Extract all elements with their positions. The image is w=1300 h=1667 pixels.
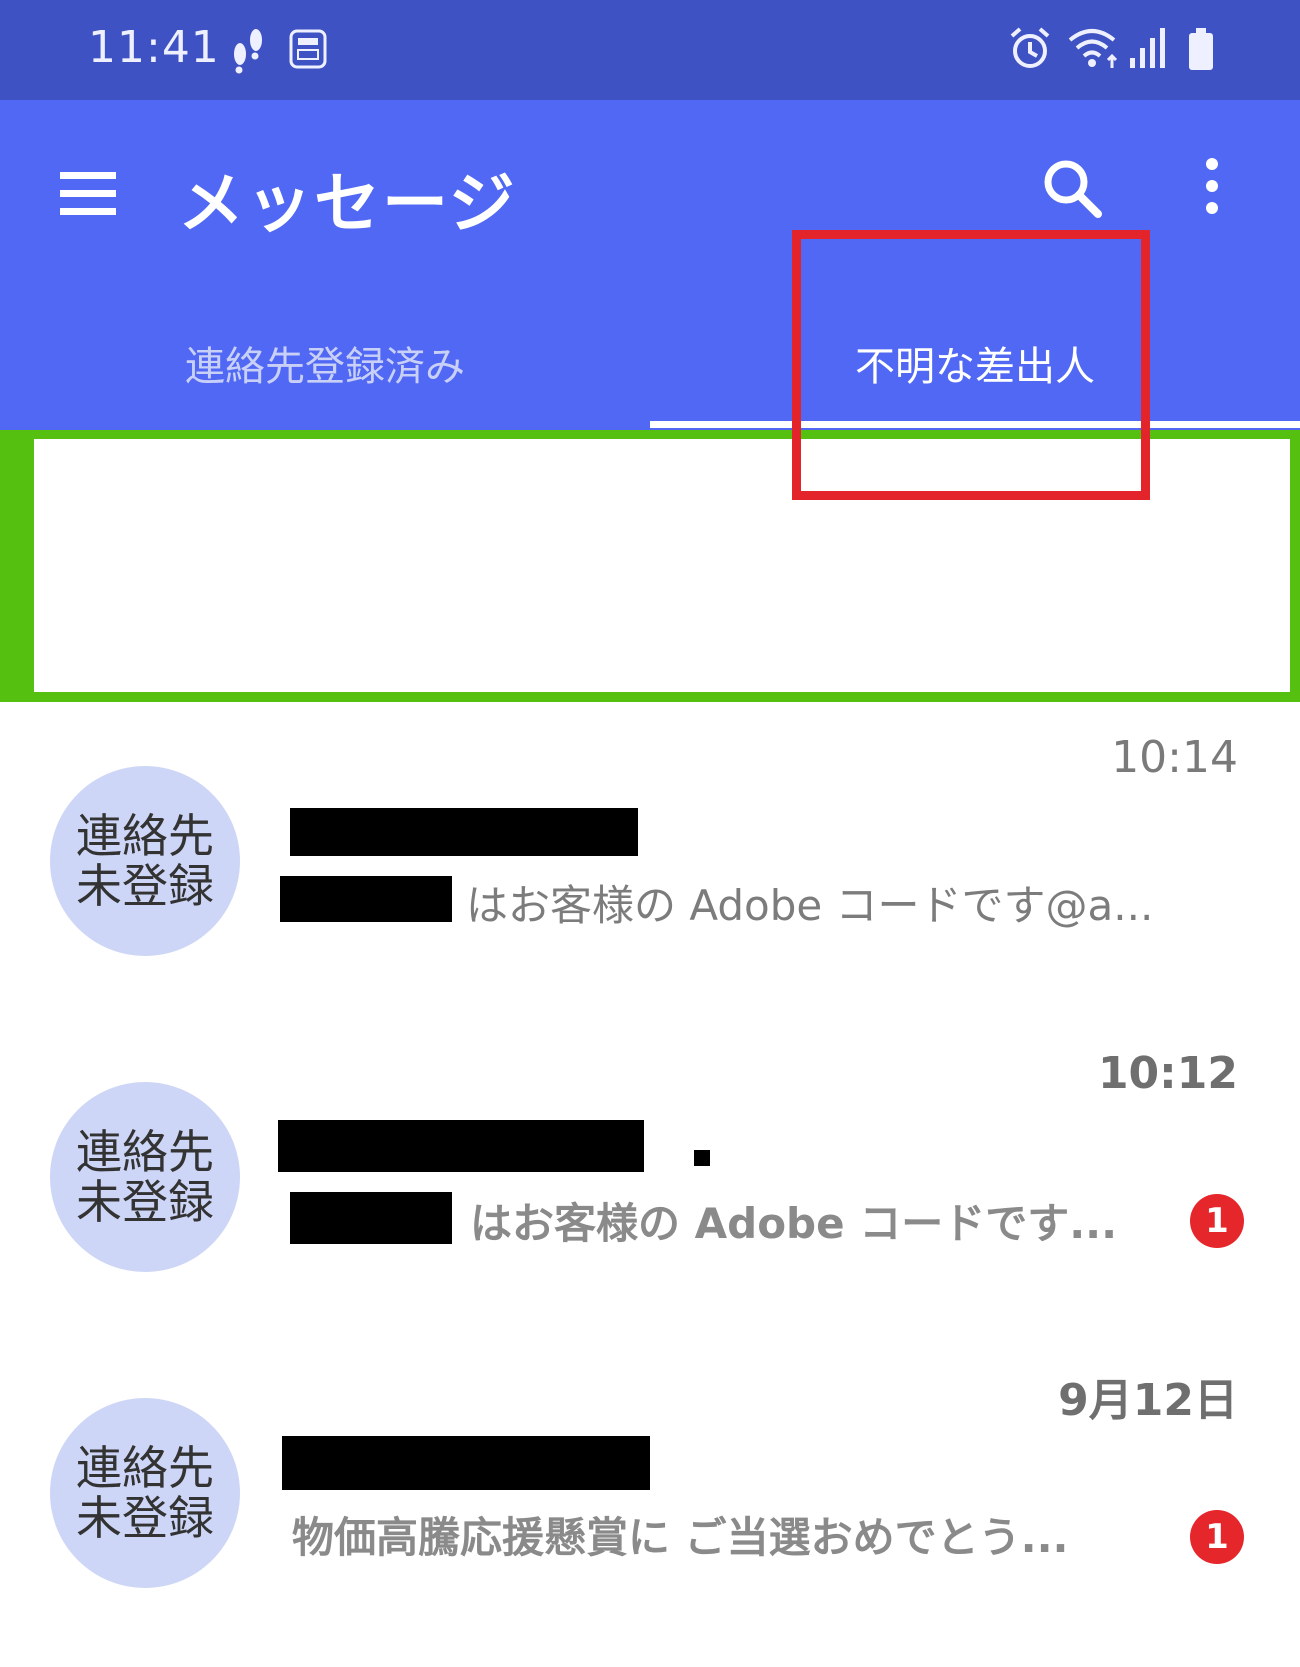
footsteps-icon bbox=[234, 29, 262, 74]
conversation-time: 10:12 bbox=[1097, 1048, 1238, 1099]
tab-unknown-senders[interactable]: 不明な差出人 bbox=[650, 295, 1300, 430]
pay-app-icon bbox=[289, 29, 327, 69]
conversation-item[interactable]: 連絡先 未登録 9月12日 物価高騰応援懸賞に ご当選おめでとう... 1 bbox=[0, 1352, 1300, 1652]
redacted-sender bbox=[282, 1436, 650, 1490]
highlight-green-box bbox=[0, 430, 1300, 702]
redacted-mark bbox=[694, 1150, 710, 1166]
tab-registered-contacts[interactable]: 連絡先登録済み bbox=[0, 295, 650, 430]
conversation-time: 10:14 bbox=[1111, 732, 1238, 783]
conversation-item[interactable]: 連絡先 未登録 10:12 はお客様の Adobe コードです... 1 bbox=[0, 1036, 1300, 1336]
status-bar: 11:41 bbox=[0, 0, 1300, 100]
message-preview: はお客様の Adobe コードです@a... bbox=[466, 881, 1154, 930]
avatar: 連絡先 未登録 bbox=[50, 1398, 240, 1588]
more-vert-icon[interactable] bbox=[1200, 156, 1224, 216]
signal-icon bbox=[1130, 28, 1165, 68]
avatar-line: 未登録 bbox=[76, 1491, 214, 1545]
tab-selected-indicator bbox=[650, 421, 1300, 428]
message-preview: はお客様の Adobe コードです... bbox=[470, 1199, 1118, 1248]
avatar: 連絡先 未登録 bbox=[50, 1082, 240, 1272]
message-preview: 物価高騰応援懸賞に ご当選おめでとう... bbox=[292, 1513, 1069, 1562]
avatar-line: 連絡先 bbox=[76, 1125, 214, 1179]
redacted-code bbox=[280, 876, 452, 922]
avatar: 連絡先 未登録 bbox=[50, 766, 240, 956]
conversation-time: 9月12日 bbox=[1058, 1375, 1238, 1426]
avatar-line: 未登録 bbox=[76, 1175, 214, 1229]
redacted-sender bbox=[278, 1120, 644, 1172]
alarm-icon bbox=[1010, 27, 1050, 68]
conversation-item[interactable]: 連絡先 未登録 10:14 はお客様の Adobe コードです@a... bbox=[0, 720, 1300, 1020]
tab-label: 不明な差出人 bbox=[855, 343, 1095, 390]
status-time: 11:41 bbox=[88, 22, 220, 73]
wifi-icon bbox=[1068, 29, 1118, 68]
tab-label: 連絡先登録済み bbox=[185, 343, 465, 390]
redacted-sender bbox=[290, 808, 638, 856]
hamburger-menu-icon[interactable] bbox=[60, 170, 116, 218]
app-title: メッセージ bbox=[178, 165, 517, 242]
app-bar: メッセージ 連絡先登録済み 不明な差出人 bbox=[0, 100, 1300, 430]
avatar-line: 未登録 bbox=[76, 859, 214, 913]
search-icon[interactable] bbox=[1040, 156, 1104, 220]
redacted-code bbox=[290, 1192, 452, 1244]
battery-icon bbox=[1189, 28, 1213, 70]
unread-badge: 1 bbox=[1190, 1194, 1244, 1248]
avatar-line: 連絡先 bbox=[76, 809, 214, 863]
avatar-line: 連絡先 bbox=[76, 1441, 214, 1495]
unread-badge: 1 bbox=[1190, 1510, 1244, 1564]
